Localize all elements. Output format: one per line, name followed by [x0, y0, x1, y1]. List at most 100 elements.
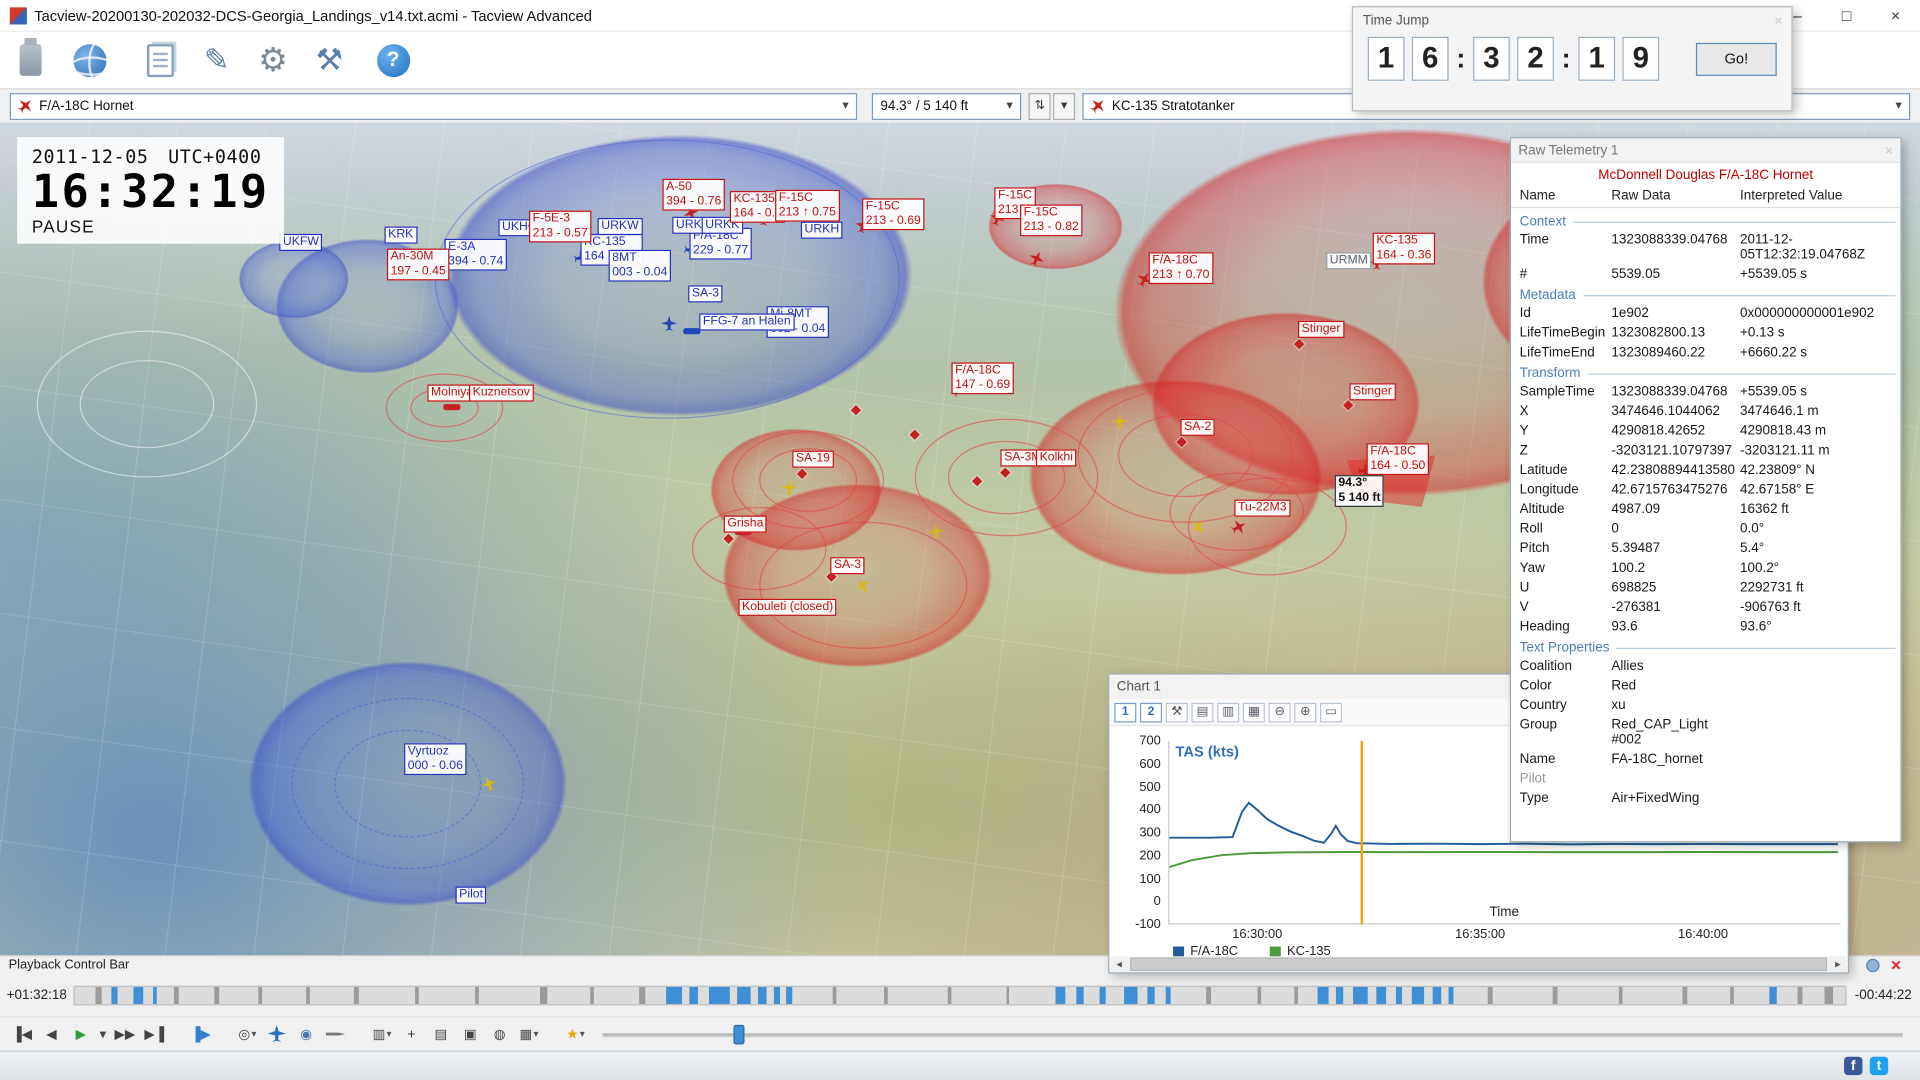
- map-object-label[interactable]: URK: [672, 217, 705, 234]
- ship-icon[interactable]: [683, 328, 700, 334]
- timeline-segment[interactable]: [1257, 986, 1261, 1003]
- ground-units-button[interactable]: ▣: [456, 1021, 485, 1048]
- time-jump-digit-4[interactable]: 1: [1578, 37, 1615, 81]
- zoom-in-button[interactable]: ⊕: [1294, 702, 1316, 722]
- dropdown-arrow-icon[interactable]: ▾: [387, 1029, 392, 1040]
- primary-object-selector[interactable]: F/A-18C Hornet ▾: [10, 92, 857, 119]
- map-object-label[interactable]: F/A-18C 213 ↑ 0.70: [1149, 252, 1214, 284]
- close-panel-icon[interactable]: ✕: [1890, 957, 1901, 973]
- timeline-segment[interactable]: [666, 986, 682, 1003]
- skip-to-end-button[interactable]: ▶▐: [140, 1021, 169, 1048]
- timeline-segment[interactable]: [709, 986, 730, 1003]
- map-object-label[interactable]: Pilot: [456, 887, 487, 904]
- timeline-segment[interactable]: [1077, 986, 1084, 1003]
- ship-icon[interactable]: [443, 404, 460, 410]
- chart-style-2-button[interactable]: ▥: [1217, 702, 1239, 722]
- timeline-segment[interactable]: [259, 986, 263, 1003]
- timeline-segment[interactable]: [1824, 986, 1833, 1003]
- timeline-segment[interactable]: [215, 986, 219, 1003]
- map-object-label[interactable]: F-5E-3 213 - 0.57: [529, 211, 592, 243]
- map-object-label[interactable]: FFG-7 an Halen: [699, 313, 794, 330]
- dropdown-arrow-icon[interactable]: ▾: [580, 1029, 585, 1040]
- time-jump-digit-5[interactable]: 9: [1622, 37, 1659, 81]
- timeline-segment[interactable]: [1411, 986, 1423, 1003]
- chart-style-3-button[interactable]: ▦: [1243, 702, 1265, 722]
- timeline-segment[interactable]: [1433, 986, 1441, 1003]
- timeline-segment[interactable]: [1335, 986, 1343, 1003]
- timeline-segment[interactable]: [1125, 986, 1137, 1003]
- skip-to-start-button[interactable]: ▐◀: [7, 1021, 36, 1048]
- timeline-segment[interactable]: [1056, 986, 1066, 1003]
- map-object-label[interactable]: F/A-18C 164 - 0.50: [1367, 443, 1430, 475]
- timeline-segment[interactable]: [737, 986, 751, 1003]
- map-object-label[interactable]: Tu-22M3: [1234, 500, 1290, 517]
- timeline-segment[interactable]: [112, 986, 117, 1003]
- chart-slot-2-button[interactable]: 2: [1140, 702, 1162, 722]
- timeline-segment[interactable]: [640, 986, 645, 1003]
- timeline-segment[interactable]: [1488, 986, 1492, 1003]
- map-object-label[interactable]: F/A-18C 147 - 0.69: [951, 362, 1014, 394]
- close-icon[interactable]: ×: [1774, 12, 1783, 29]
- edit-flight-button[interactable]: ✎: [193, 36, 240, 85]
- weapon-view-button[interactable]: [321, 1021, 350, 1048]
- map-object-label[interactable]: Stinger: [1298, 321, 1344, 338]
- telemetry-panels-button[interactable]: ▥▾: [367, 1021, 396, 1048]
- timeline-segment[interactable]: [774, 986, 780, 1003]
- zoom-out-button[interactable]: ⊖: [1269, 702, 1291, 722]
- dropdown-arrow-icon[interactable]: ▾: [533, 1029, 538, 1040]
- aircraft-view-button[interactable]: [262, 1021, 291, 1048]
- facebook-icon[interactable]: f: [1844, 1057, 1862, 1075]
- scroll-left-arrow-icon[interactable]: ◂: [1111, 958, 1128, 971]
- time-jump-digit-3[interactable]: 2: [1517, 37, 1554, 81]
- online-database-button[interactable]: [66, 36, 113, 85]
- chevron-down-icon[interactable]: ▾: [1888, 99, 1909, 112]
- close-icon[interactable]: ×: [1884, 141, 1893, 158]
- chart-slot-1-button[interactable]: 1: [1114, 702, 1136, 722]
- tools-button[interactable]: ⚒: [306, 36, 353, 85]
- time-jump-digit-2[interactable]: 3: [1473, 37, 1510, 81]
- timeline-segment[interactable]: [1148, 986, 1155, 1003]
- map-object-label[interactable]: UKFW: [279, 234, 322, 251]
- timeline-segment[interactable]: [307, 986, 311, 1003]
- timeline-segment[interactable]: [1100, 986, 1105, 1003]
- timeline-track[interactable]: [73, 985, 1846, 1005]
- map-object-label[interactable]: Kolkhi: [1036, 449, 1077, 466]
- map-object-label[interactable]: F-15C 213 - 0.69: [862, 198, 925, 230]
- map-object-label[interactable]: F-15C 213 - 0.82: [1020, 204, 1083, 236]
- timeline-segment[interactable]: [1206, 986, 1210, 1003]
- import-flight-button[interactable]: [7, 36, 54, 85]
- map-object-label[interactable]: SA-3: [688, 285, 723, 302]
- chevron-down-icon[interactable]: ▾: [835, 99, 856, 112]
- map-object-label[interactable]: URKW: [598, 218, 643, 235]
- time-jump-digit-0[interactable]: 1: [1368, 37, 1405, 81]
- measure-button[interactable]: +: [397, 1021, 426, 1048]
- dock-panel-icon[interactable]: [1866, 958, 1879, 971]
- map-object-label[interactable]: An-30M 197 - 0.45: [387, 249, 450, 281]
- timeline-segment[interactable]: [590, 986, 594, 1003]
- play-button[interactable]: ▶: [66, 1021, 95, 1048]
- timeline-segment[interactable]: [1376, 986, 1386, 1003]
- flight-log-button[interactable]: [137, 36, 184, 85]
- playback-slider[interactable]: [602, 1021, 1912, 1048]
- timeline-segment[interactable]: [1295, 986, 1299, 1003]
- labels-button[interactable]: ▤: [426, 1021, 455, 1048]
- map-object-label[interactable]: 8MT 003 - 0.04: [609, 250, 672, 282]
- swap-objects-button[interactable]: ⇅: [1029, 92, 1051, 119]
- timeline-segment[interactable]: [1006, 986, 1010, 1003]
- map-object-label[interactable]: SA-2: [1180, 419, 1215, 436]
- map-object-label[interactable]: Kuznetsov: [469, 384, 534, 401]
- scroll-right-arrow-icon[interactable]: ▸: [1829, 958, 1846, 971]
- scrollbar-thumb[interactable]: [1130, 958, 1827, 971]
- chart-settings-button[interactable]: ⚒: [1166, 702, 1188, 722]
- help-button[interactable]: ?: [370, 36, 417, 85]
- timeline-segment[interactable]: [475, 986, 479, 1003]
- map-object-label[interactable]: E-3A 394 - 0.74: [444, 239, 507, 271]
- world-view-button[interactable]: ◉: [291, 1021, 320, 1048]
- map-object-label[interactable]: F-15C 213 ↑ 0.75: [775, 190, 840, 222]
- timeline-segment[interactable]: [133, 986, 144, 1003]
- settings-button[interactable]: ⚙: [250, 36, 297, 85]
- timeline-segment[interactable]: [1353, 986, 1367, 1003]
- chart-scrollbar[interactable]: ◂ ▸: [1111, 956, 1847, 972]
- timeline-segment[interactable]: [786, 986, 791, 1003]
- timeline-segment[interactable]: [689, 986, 698, 1003]
